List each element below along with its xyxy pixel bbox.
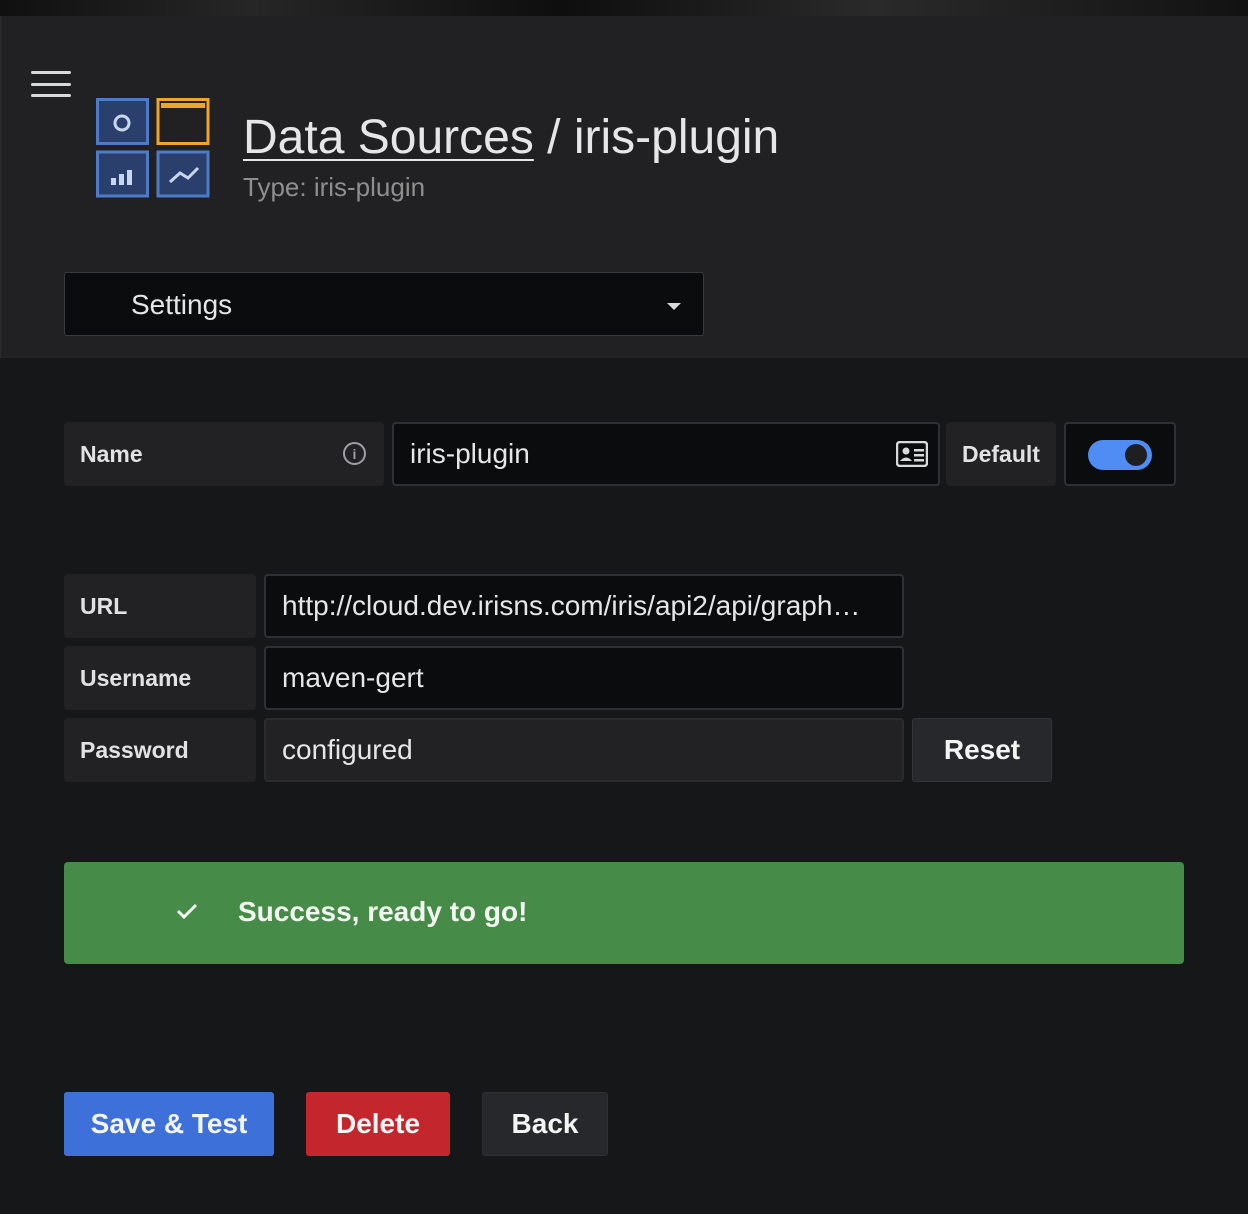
- name-input-value: iris-plugin: [410, 438, 530, 469]
- password-label: Password: [64, 718, 256, 782]
- default-toggle-switch[interactable]: [1088, 440, 1152, 470]
- password-input-value: configured: [282, 734, 413, 765]
- tab-select-dropdown[interactable]: Settings: [64, 272, 704, 336]
- check-icon: [176, 903, 198, 920]
- delete-button[interactable]: Delete: [306, 1092, 450, 1156]
- caret-down-icon: [667, 303, 681, 310]
- success-alert-message: Success, ready to go!: [238, 896, 528, 927]
- password-label-text: Password: [80, 736, 189, 763]
- default-label: Default: [946, 422, 1056, 486]
- page-title: Data Sources / iris-plugin: [243, 110, 779, 166]
- hamburger-menu-icon[interactable]: [31, 71, 71, 97]
- password-input: configured: [264, 718, 904, 782]
- url-input[interactable]: http://cloud.dev.irisns.com/iris/api2/ap…: [264, 574, 904, 638]
- username-input-value: maven-gert: [282, 662, 424, 693]
- username-label: Username: [64, 646, 256, 710]
- breadcrumb-data-sources-link[interactable]: Data Sources: [243, 111, 534, 164]
- datasource-type-subtitle: Type: iris-plugin: [243, 172, 426, 202]
- url-input-value: http://cloud.dev.irisns.com/iris/api2/ap…: [282, 590, 861, 621]
- default-toggle-container[interactable]: [1064, 422, 1176, 486]
- save-test-button[interactable]: Save & Test: [64, 1092, 274, 1156]
- id-card-icon: [896, 441, 928, 467]
- tab-select-label: Settings: [131, 289, 233, 320]
- datasource-name-title: iris-plugin: [573, 111, 780, 164]
- password-reset-button[interactable]: Reset: [912, 718, 1052, 782]
- name-label-text: Name: [80, 440, 143, 467]
- url-label: URL: [64, 574, 256, 638]
- username-label-text: Username: [80, 664, 192, 691]
- url-label-text: URL: [80, 592, 128, 619]
- info-icon[interactable]: i: [343, 442, 366, 465]
- success-alert: Success, ready to go!: [64, 862, 1184, 964]
- top-strip: [0, 0, 1248, 16]
- breadcrumb-separator: /: [547, 111, 561, 164]
- name-label: Name i: [64, 422, 384, 486]
- username-input[interactable]: maven-gert: [264, 646, 904, 710]
- default-label-text: Default: [962, 440, 1040, 467]
- name-input[interactable]: iris-plugin: [392, 422, 940, 486]
- back-button[interactable]: Back: [482, 1092, 608, 1156]
- datasources-logo-icon: [96, 98, 210, 198]
